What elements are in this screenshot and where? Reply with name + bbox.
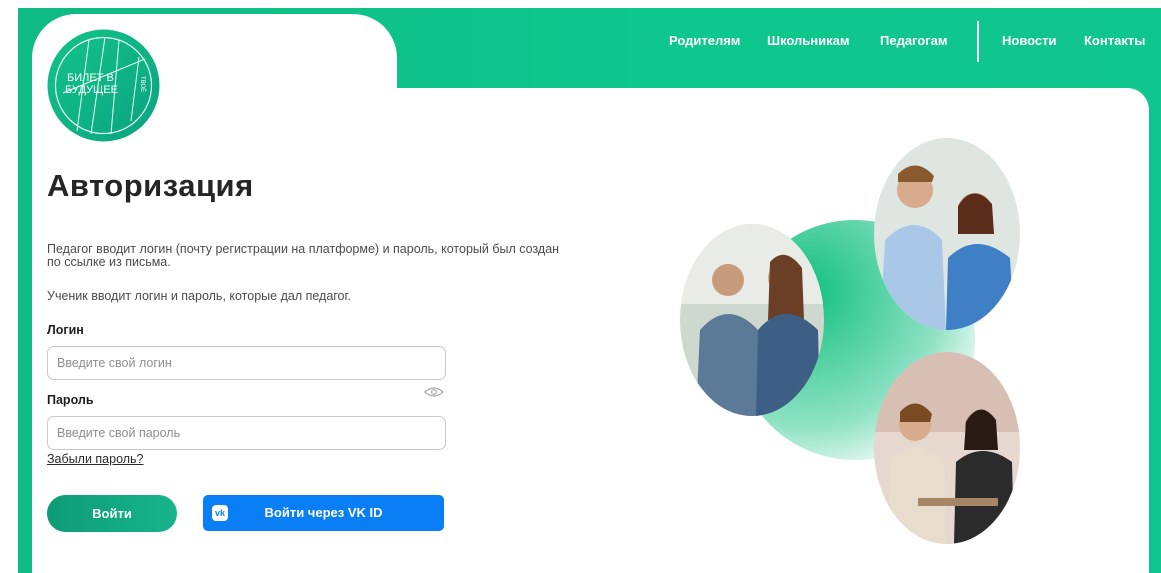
photo-teacher-student — [874, 138, 1020, 330]
login-button[interactable]: Войти — [47, 495, 177, 532]
vk-login-button[interactable]: vk Войти через VK ID — [203, 495, 444, 531]
nav-parents[interactable]: Родителям — [669, 33, 740, 48]
nav-teachers[interactable]: Педагогам — [880, 33, 948, 48]
password-label: Пароль — [47, 393, 94, 407]
nav-news[interactable]: Новости — [1002, 33, 1057, 48]
nav-contacts[interactable]: Контакты — [1084, 33, 1145, 48]
nav-students[interactable]: Школьникам — [767, 33, 849, 48]
logo-line2: БУДУЩЕЕ — [65, 84, 118, 96]
top-nav: Родителям Школьникам Педагогам Новости К… — [669, 21, 1161, 62]
logo-emblem[interactable]: БИЛЕТ В БУДУЩЕЕ ТВОЁ — [47, 29, 160, 142]
photo-teachers — [874, 352, 1020, 544]
vk-button-label: Войти через VK ID — [264, 505, 383, 520]
logo-vertical: ТВОЁ — [139, 76, 146, 92]
photo-students — [680, 224, 824, 416]
password-input[interactable] — [47, 416, 446, 450]
student-instruction: Ученик вводит логин и пароль, которые да… — [47, 289, 352, 303]
teacher-instruction: Педагог вводит логин (почту регистрации … — [47, 242, 560, 269]
logo-line1: БИЛЕТ В — [67, 72, 114, 84]
forgot-password-link[interactable]: Забыли пароль? — [47, 452, 144, 466]
login-label: Логин — [47, 323, 84, 337]
nav-separator — [977, 21, 979, 62]
page-title: Авторизация — [47, 168, 254, 203]
illustration — [680, 138, 1020, 544]
eye-icon[interactable] — [424, 386, 444, 398]
login-input[interactable] — [47, 346, 446, 380]
